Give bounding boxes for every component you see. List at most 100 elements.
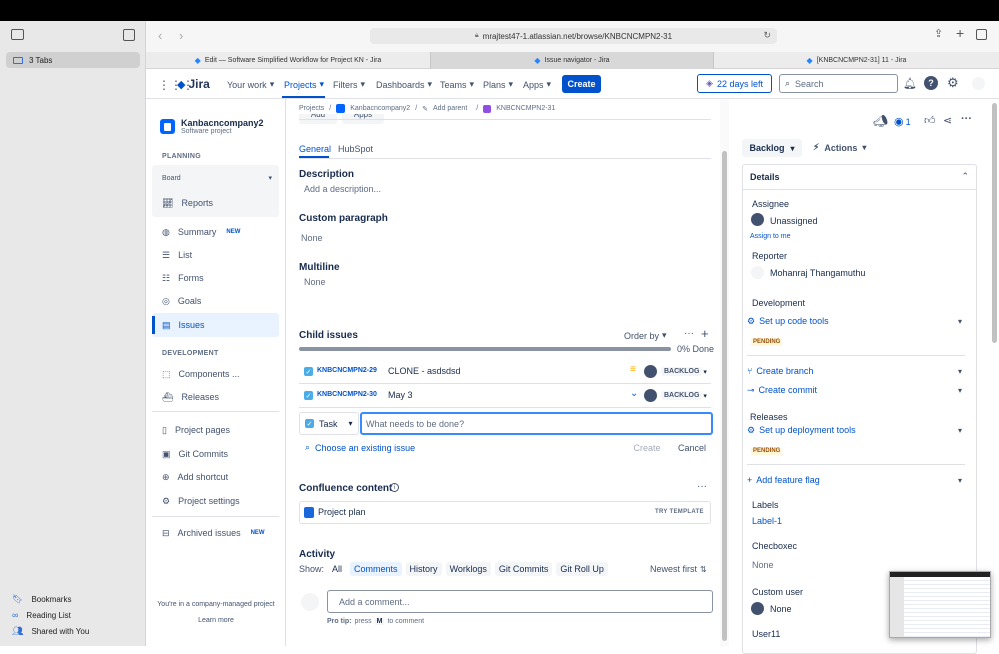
sidebar-item-issues[interactable]: ▤ Issues [152,313,279,337]
details-scrollbar[interactable] [991,99,998,349]
custom-user-value[interactable]: None [770,604,792,614]
sidebar-item-git-commits[interactable]: ▣ Git Commits [152,442,279,466]
breadcrumb-add-parent[interactable]: Add parent [433,105,467,112]
scroll-thumb[interactable] [722,151,727,641]
notifications-icon[interactable]: 🔔︎ [903,77,917,90]
details-header[interactable]: Details ⌃ [742,164,977,190]
main-scrollbar[interactable] [720,99,729,646]
nav-your-work[interactable]: Your work ▾ [227,79,274,90]
filter-history[interactable]: History [405,562,442,576]
child-key[interactable]: KNBCNCMPN2-29 [317,367,377,374]
back-icon[interactable]: ‹ [158,28,162,43]
sort-button[interactable]: Newest first ⇅ [650,564,707,574]
breadcrumb-issue[interactable]: KNBCNCMPN2-31 [496,105,555,112]
create-commit[interactable]: ⊸ Create commit ▾ [747,385,962,396]
create-button[interactable]: Create [562,75,601,93]
nav-teams[interactable]: Teams ▾ [440,79,474,90]
share-icon[interactable]: ⋖ [943,114,952,127]
watch-button[interactable]: ◉ 1 [894,115,911,128]
child-status[interactable]: BACKLOG ▾ [661,367,707,376]
assignee-value[interactable]: Unassigned [770,216,818,226]
board-selector[interactable]: Board ▾ [162,174,272,183]
sidebar-item-reports[interactable]: 📈︎ Reports [152,191,279,215]
scroll-thumb[interactable] [992,103,997,343]
sidebar-toggle-icon[interactable] [11,29,24,40]
sidebar-item-components[interactable]: ⬚ Components ... [152,362,279,386]
sidebar-item-archived[interactable]: ⊟ Archived issues NEW [152,521,279,545]
child-summary[interactable]: CLONE - asdsdsd [388,366,461,376]
multiline-value[interactable]: None [304,277,326,287]
sidebar-item-add-shortcut[interactable]: ⊕ Add shortcut [152,465,279,489]
try-template-link[interactable]: TRY TEMPLATE [655,509,704,515]
checkbox-value[interactable]: None [752,560,774,570]
shared-with-you-link[interactable]: 👥︎ Shared with You [12,626,89,637]
browser-tab[interactable]: ◆ [KNBCNCMPN2-31] 11 - Jira [714,52,999,69]
help-icon[interactable]: ? [924,76,938,90]
nav-plans[interactable]: Plans ▾ [483,79,513,90]
child-key[interactable]: KNBCNCMPN2-30 [317,391,377,398]
confluence-item[interactable]: Project plan TRY TEMPLATE [299,501,711,524]
learn-more-link[interactable]: Learn more [146,617,286,624]
sidebar-item-releases[interactable]: ⛴︎ Releases [152,385,279,409]
sidebar-item-summary[interactable]: ◍ Summary NEW [152,220,279,244]
comment-input[interactable]: Add a comment... [327,590,713,613]
child-status[interactable]: BACKLOG ▾ [661,391,707,400]
status-dropdown[interactable]: Backlog ▾ [742,139,802,157]
tab-overview-icon[interactable] [123,29,135,41]
sidebar-item-list[interactable]: ☰ List [152,243,279,267]
tab-group-item[interactable]: 3 Tabs [6,52,140,68]
reporter-value[interactable]: Mohanraj Thangamuthu [770,268,865,278]
search-input[interactable]: ⌕ Search [779,74,898,93]
megaphone-icon[interactable]: 📣︎ [873,114,888,128]
reading-list-link[interactable]: ∞ Reading List [12,610,71,620]
more-icon[interactable]: ··· [697,481,707,492]
screenshot-thumbnail[interactable] [889,571,991,638]
setup-code-tools[interactable]: ⚙ Set up code tools ▾ [747,316,962,327]
order-by-button[interactable]: Order by ▾ [624,330,667,341]
breadcrumb-projects[interactable]: Projects [299,105,324,112]
choose-existing-button[interactable]: ⌕ Choose an existing issue [305,442,415,453]
address-bar[interactable]: 🔒︎ mrajtest47-1.atlassian.net/browse/KNB… [370,28,777,44]
assign-to-me-link[interactable]: Assign to me [750,233,790,240]
more-icon[interactable]: ··· [961,113,972,125]
breadcrumb-project[interactable]: Kanbacncompany2 [350,105,410,112]
new-tab-icon[interactable]: + [956,25,964,41]
tab-hubspot[interactable]: HubSpot [338,144,373,154]
jira-logo[interactable]: ◆ Jira [177,77,210,91]
custom-paragraph-value[interactable]: None [301,233,323,243]
create-child-button[interactable]: Create [627,440,667,456]
filter-comments[interactable]: Comments [350,562,402,576]
more-icon[interactable]: ··· [684,328,694,339]
add-child-icon[interactable]: + [701,326,709,341]
trial-button[interactable]: ◈ 22 days left [697,74,772,93]
create-branch[interactable]: ⑂ Create branch ▾ [747,366,962,376]
browser-tab[interactable]: ◆ Issue navigator - Jira [430,52,714,69]
avatar[interactable] [644,389,657,402]
issue-type-select[interactable]: ✓ Task ▾ [299,412,359,435]
info-icon[interactable]: i [390,483,399,492]
nav-filters[interactable]: Filters ▾ [333,79,365,90]
filter-all[interactable]: All [328,562,346,576]
share-icon[interactable]: ⇪ [934,27,943,40]
cancel-child-button[interactable]: Cancel [674,440,710,456]
setup-deployment-tools[interactable]: ⚙ Set up deployment tools ▾ [747,425,962,436]
child-row[interactable]: ✓ KNBCNCMPN2-29 CLONE - asdsdsd ≡ BACKLO… [299,360,711,384]
browser-tab[interactable]: ◆ Edit — Software Simplified Workflow fo… [146,52,430,69]
nav-dashboards[interactable]: Dashboards ▾ [376,79,432,90]
forward-icon[interactable]: › [179,28,183,43]
settings-gear-icon[interactable]: ⚙ [947,75,959,91]
project-name[interactable]: Kanbacncompany2 [181,118,264,128]
avatar[interactable] [644,365,657,378]
tab-grid-icon[interactable] [976,29,987,40]
reload-icon[interactable]: ↻ [763,30,771,41]
actions-button[interactable]: ⚡︎ Actions ▾ [813,142,866,153]
child-summary[interactable]: May 3 [388,390,413,400]
tab-general[interactable]: General [299,144,331,154]
avatar[interactable] [972,77,985,90]
sidebar-item-goals[interactable]: ◎ Goals [152,289,279,313]
child-row[interactable]: ✓ KNBCNCMPN2-30 May 3 ⌄ BACKLOG ▾ [299,384,711,408]
new-child-summary-input[interactable]: What needs to be done? [360,412,713,435]
sidebar-item-project-settings[interactable]: ⚙ Project settings [152,489,279,513]
filter-git-roll-up[interactable]: Git Roll Up [556,562,608,576]
nav-apps[interactable]: Apps ▾ [523,79,551,90]
